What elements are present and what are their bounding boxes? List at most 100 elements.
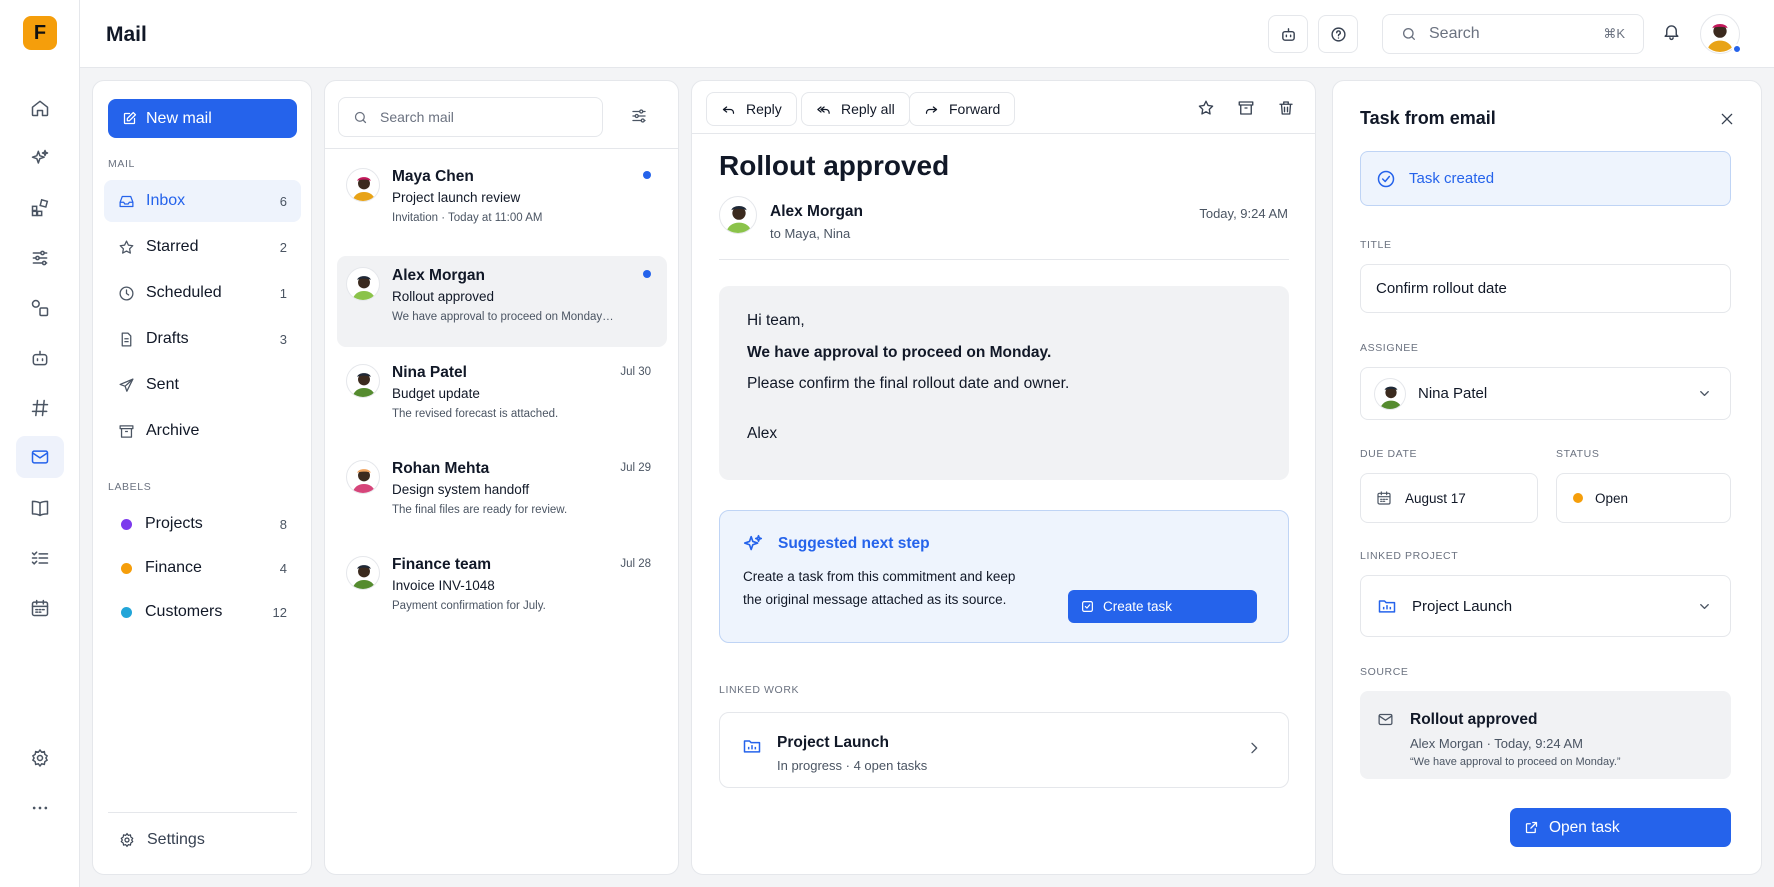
email-highlight: We have approval to proceed on Monday. (747, 344, 1052, 361)
user-avatar[interactable] (1700, 14, 1742, 54)
reply-button[interactable]: Reply (706, 92, 797, 126)
label-count: 8 (279, 516, 287, 532)
star-icon (119, 239, 134, 254)
message-row[interactable]: Maya Chen Project launch review Invitati… (337, 157, 667, 248)
rail-mail[interactable] (16, 436, 64, 478)
folder-scheduled[interactable]: Scheduled 1 (104, 272, 301, 314)
status-label: STATUS (1556, 448, 1600, 460)
message-date: Jul 28 (620, 558, 651, 570)
rail-shapes[interactable] (16, 287, 64, 329)
calendar-icon (31, 599, 49, 617)
message-row[interactable]: Nina Patel Budget update The revised for… (337, 353, 667, 444)
reply-all-button[interactable]: Reply all (801, 92, 910, 126)
settings-label: Settings (147, 831, 205, 848)
new-mail-button[interactable]: New mail (108, 99, 297, 138)
folder-drafts[interactable]: Drafts 3 (104, 318, 301, 360)
rail-controls[interactable] (16, 237, 64, 279)
email-body: Hi team, We have approval to proceed on … (719, 286, 1289, 480)
message-preview: The final files are ready for review. (392, 504, 568, 516)
labels-section-label: LABELS (108, 481, 152, 493)
message-row[interactable]: Finance team Invoice INV-1048 Payment co… (337, 545, 667, 636)
folder-archive[interactable]: Archive (104, 410, 301, 452)
message-row[interactable]: Rohan Mehta Design system handoff The fi… (337, 449, 667, 540)
assistant-button[interactable] (1268, 15, 1308, 53)
sparkles-icon (31, 149, 49, 164)
help-button[interactable] (1318, 15, 1358, 53)
linked-project-select[interactable]: Project Launch (1360, 575, 1731, 637)
document-icon (121, 331, 132, 347)
rail-ai[interactable] (16, 137, 64, 179)
folder-inbox[interactable]: Inbox 6 (104, 180, 301, 222)
rail-tasks[interactable] (16, 537, 64, 579)
rail-docs[interactable] (16, 487, 64, 529)
label-color-dot (121, 606, 132, 618)
bot-icon (32, 350, 48, 366)
message-subject: Rollout approved (392, 289, 495, 304)
message-sender: Alex Morgan (392, 267, 486, 284)
close-button[interactable] (1719, 111, 1735, 127)
archive-icon (1238, 101, 1254, 115)
open-task-button[interactable]: Open task (1510, 808, 1731, 847)
mail-search-placeholder: Search mail (380, 109, 454, 125)
rail-more[interactable] (16, 787, 64, 829)
top-bar: Mail Search ⌘K (80, 0, 1774, 68)
more-icon (32, 806, 48, 810)
filter-button[interactable] (630, 107, 648, 125)
message-sender: Rohan Mehta (392, 460, 490, 477)
assignee-select[interactable]: Nina Patel (1360, 367, 1731, 420)
global-search-input[interactable]: Search ⌘K (1382, 14, 1644, 54)
sender-avatar (346, 267, 380, 301)
task-created-text: Task created (1409, 170, 1495, 187)
rail-bot[interactable] (16, 337, 64, 379)
divider (325, 148, 678, 149)
rail-home[interactable] (16, 87, 64, 129)
due-date-label: DUE DATE (1360, 448, 1418, 460)
label-customers[interactable]: Customers 12 (104, 591, 301, 633)
task-title-input[interactable]: Confirm rollout date (1360, 264, 1731, 313)
status-dot (1573, 493, 1583, 503)
divider (108, 812, 297, 813)
email-greeting: Hi team, (747, 312, 805, 329)
folder-label: Sent (146, 376, 179, 393)
star-button[interactable] (1197, 99, 1215, 117)
rail-channels[interactable] (16, 387, 64, 429)
message-row[interactable]: Alex Morgan Rollout approved We have app… (337, 256, 667, 347)
forward-button[interactable]: Forward (909, 92, 1016, 126)
mail-search-input[interactable]: Search mail (338, 97, 603, 137)
label-color-dot (121, 518, 132, 530)
status-select[interactable]: Open (1556, 473, 1731, 523)
due-date-input[interactable]: August 17 (1360, 473, 1538, 523)
reply-label: Reply (746, 101, 782, 117)
mail-icon (31, 450, 49, 464)
reply-icon (722, 105, 735, 114)
assignee-field-label: ASSIGNEE (1360, 342, 1419, 354)
email-recipients: to Maya, Nina (770, 226, 851, 241)
email-line: Please confirm the final rollout date an… (747, 375, 1070, 392)
archive-button[interactable] (1237, 99, 1255, 117)
reply-all-icon (817, 105, 830, 114)
rail-calendar[interactable] (16, 587, 64, 629)
label-name: Projects (145, 515, 203, 532)
delete-button[interactable] (1277, 99, 1295, 117)
assignee-value: Nina Patel (1418, 385, 1488, 402)
linked-project-label: LINKED PROJECT (1360, 550, 1459, 562)
unread-indicator (643, 270, 651, 278)
label-projects[interactable]: Projects 8 (104, 503, 301, 545)
linked-work-card[interactable]: Project Launch In progress · 4 open task… (719, 712, 1289, 788)
label-count: 4 (279, 560, 287, 576)
assignee-avatar (1374, 377, 1406, 410)
label-finance[interactable]: Finance 4 (104, 547, 301, 589)
folder-starred[interactable]: Starred 2 (104, 226, 301, 268)
source-card[interactable]: Rollout approved Alex Morgan · Today, 9:… (1360, 691, 1731, 779)
create-task-button[interactable]: Create task (1068, 590, 1257, 623)
app-logo[interactable]: F (23, 16, 57, 50)
folder-sent[interactable]: Sent (104, 364, 301, 406)
mail-icon (1378, 713, 1393, 726)
notifications-button[interactable] (1662, 22, 1681, 41)
rail-settings[interactable] (16, 737, 64, 779)
rail-apps[interactable] (16, 187, 64, 229)
chevron-down-icon (1700, 391, 1709, 396)
check-square-icon (1082, 601, 1093, 612)
settings-link[interactable]: Settings (119, 831, 205, 849)
message-preview: Invitation · Today at 11:00 AM (392, 212, 543, 224)
